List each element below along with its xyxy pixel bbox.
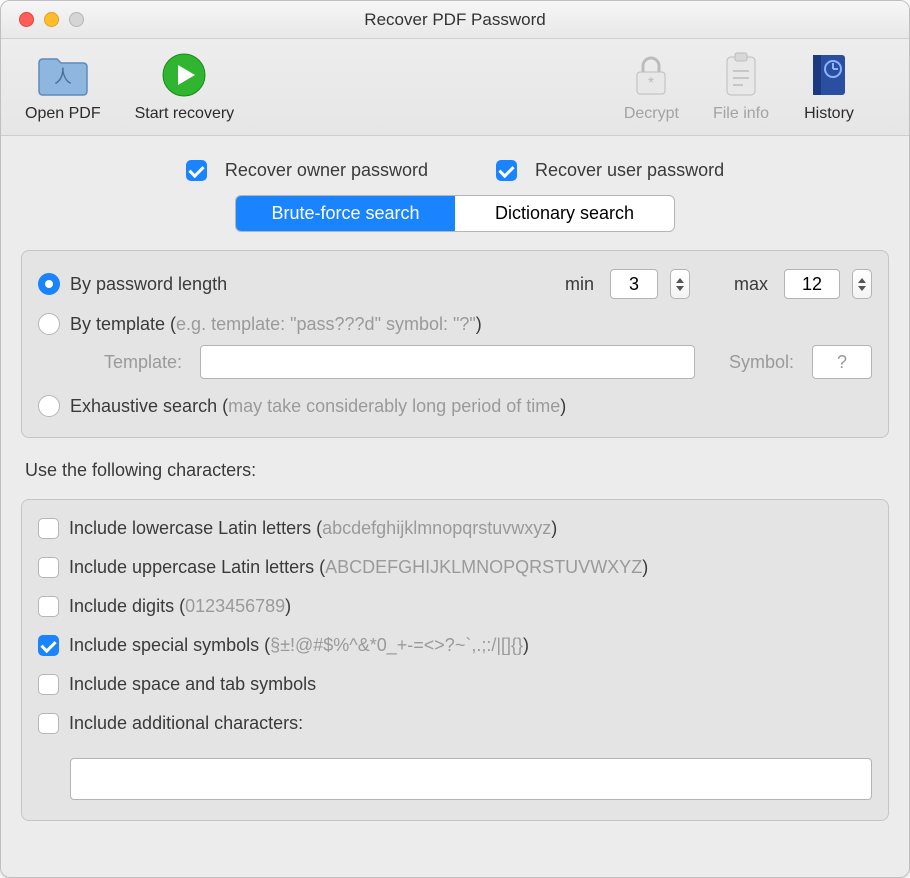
special-hint: §±!@#$%^&*0_+-=<>?~`,.;:/|[]{}: [270, 635, 523, 655]
by-length-label: By password length: [70, 274, 227, 295]
by-template-radio[interactable]: [38, 313, 60, 335]
folder-pdf-icon: 人: [37, 49, 89, 101]
lowercase-row: Include lowercase Latin letters (abcdefg…: [38, 518, 872, 539]
history-button[interactable]: History: [803, 49, 855, 123]
svg-text:*: *: [648, 75, 654, 92]
search-mode-tabs: Brute-force search Dictionary search: [235, 195, 675, 232]
clipboard-icon: [715, 49, 767, 101]
min-input[interactable]: [610, 269, 658, 299]
max-stepper[interactable]: [852, 269, 872, 299]
by-template-hint: e.g. template: "pass???d" symbol: "?": [176, 314, 476, 334]
history-label: History: [804, 105, 854, 123]
chars-box: Include lowercase Latin letters (abcdefg…: [21, 499, 889, 821]
additional-checkbox[interactable]: [38, 713, 59, 734]
template-input-row: Template: Symbol:: [38, 345, 872, 379]
uppercase-row: Include uppercase Latin letters (ABCDEFG…: [38, 557, 872, 578]
lowercase-hint: abcdefghijklmnopqrstuvwxyz: [322, 518, 551, 538]
space-row: Include space and tab symbols: [38, 674, 872, 695]
recover-user-checkbox[interactable]: [496, 160, 517, 181]
by-length-row: By password length min max: [38, 269, 872, 299]
uppercase-checkbox[interactable]: [38, 557, 59, 578]
additional-input[interactable]: [70, 758, 872, 800]
decrypt-button[interactable]: * Decrypt: [624, 49, 679, 123]
recover-type-row: Recover owner password Recover user pass…: [21, 160, 889, 181]
toolbar: 人 Open PDF Start recovery *: [1, 39, 909, 136]
tab-brute-force[interactable]: Brute-force search: [236, 196, 455, 231]
start-recovery-label: Start recovery: [135, 105, 235, 123]
lock-icon: *: [625, 49, 677, 101]
uppercase-hint: ABCDEFGHIJKLMNOPQRSTUVWXYZ: [325, 557, 642, 577]
additional-row: Include additional characters:: [38, 713, 872, 734]
min-stepper[interactable]: [670, 269, 690, 299]
book-clock-icon: [803, 49, 855, 101]
special-row: Include special symbols (§±!@#$%^&*0_+-=…: [38, 635, 872, 656]
min-label: min: [565, 274, 594, 295]
method-box: By password length min max By template (…: [21, 250, 889, 438]
template-input[interactable]: [200, 345, 695, 379]
digits-checkbox[interactable]: [38, 596, 59, 617]
exhaustive-close: ): [560, 396, 566, 416]
exhaustive-label: Exhaustive search (: [70, 396, 228, 416]
by-template-row: By template (e.g. template: "pass???d" s…: [38, 313, 872, 335]
titlebar: Recover PDF Password: [1, 1, 909, 39]
by-template-label: By template (: [70, 314, 176, 334]
decrypt-label: Decrypt: [624, 105, 679, 123]
digits-hint: 0123456789: [185, 596, 285, 616]
content-area: Recover owner password Recover user pass…: [1, 136, 909, 877]
by-length-radio[interactable]: [38, 273, 60, 295]
digits-label: Include digits (: [69, 596, 185, 616]
start-recovery-button[interactable]: Start recovery: [135, 49, 235, 123]
recover-owner-checkbox[interactable]: [186, 160, 207, 181]
max-input[interactable]: [784, 269, 840, 299]
template-field-label: Template:: [72, 352, 182, 373]
special-close: ): [523, 635, 529, 655]
uppercase-close: ): [642, 557, 648, 577]
lowercase-checkbox[interactable]: [38, 518, 59, 539]
open-pdf-button[interactable]: 人 Open PDF: [25, 49, 101, 123]
window-title: Recover PDF Password: [1, 10, 909, 30]
lowercase-close: ): [551, 518, 557, 538]
max-label: max: [734, 274, 768, 295]
additional-label: Include additional characters:: [69, 713, 303, 734]
recover-user-label: Recover user password: [535, 160, 724, 181]
app-window: Recover PDF Password 人 Open PDF Start re…: [0, 0, 910, 878]
exhaustive-row: Exhaustive search (may take considerably…: [38, 395, 872, 417]
exhaustive-radio[interactable]: [38, 395, 60, 417]
chars-heading: Use the following characters:: [25, 460, 885, 481]
open-pdf-label: Open PDF: [25, 105, 101, 123]
space-label: Include space and tab symbols: [69, 674, 316, 695]
play-icon: [158, 49, 210, 101]
file-info-button[interactable]: File info: [713, 49, 769, 123]
digits-close: ): [285, 596, 291, 616]
space-checkbox[interactable]: [38, 674, 59, 695]
file-info-label: File info: [713, 105, 769, 123]
special-label: Include special symbols (: [69, 635, 270, 655]
tab-dictionary[interactable]: Dictionary search: [455, 196, 674, 231]
svg-text:人: 人: [54, 67, 72, 87]
special-checkbox[interactable]: [38, 635, 59, 656]
uppercase-label: Include uppercase Latin letters (: [69, 557, 325, 577]
recover-owner-label: Recover owner password: [225, 160, 428, 181]
symbol-field-label: Symbol:: [729, 352, 794, 373]
lowercase-label: Include lowercase Latin letters (: [69, 518, 322, 538]
digits-row: Include digits (0123456789): [38, 596, 872, 617]
exhaustive-hint: may take considerably long period of tim…: [228, 396, 560, 416]
symbol-input[interactable]: [812, 345, 872, 379]
by-template-close: ): [476, 314, 482, 334]
